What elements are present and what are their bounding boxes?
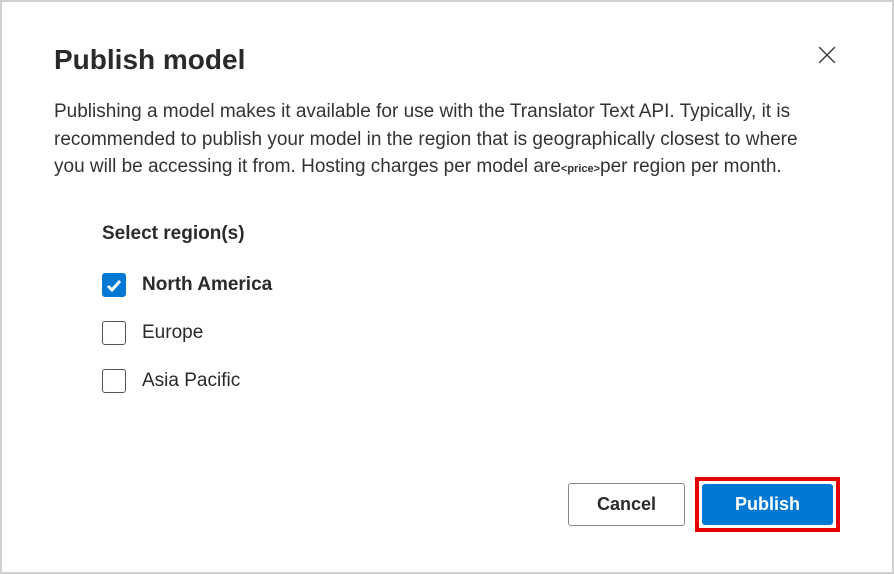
dialog-description: Publishing a model makes it available fo…	[54, 98, 814, 181]
region-label: Asia Pacific	[142, 370, 240, 392]
region-option-europe[interactable]: Europe	[102, 321, 840, 345]
publish-button-highlight: Publish	[695, 477, 840, 532]
publish-button[interactable]: Publish	[702, 484, 833, 525]
checkbox-north-america[interactable]	[102, 273, 126, 297]
regions-heading: Select region(s)	[102, 223, 840, 245]
region-option-asia-pacific[interactable]: Asia Pacific	[102, 369, 840, 393]
close-button[interactable]	[814, 42, 840, 71]
close-icon	[818, 46, 836, 64]
checkmark-icon	[106, 277, 122, 293]
checkbox-europe[interactable]	[102, 321, 126, 345]
regions-section: Select region(s) North America Europe As…	[102, 223, 840, 393]
publish-model-dialog: Publish model Publishing a model makes i…	[2, 2, 892, 572]
cancel-button[interactable]: Cancel	[568, 483, 685, 526]
region-option-north-america[interactable]: North America	[102, 273, 840, 297]
region-label: Europe	[142, 322, 203, 344]
price-placeholder: <price>	[561, 163, 600, 175]
dialog-title: Publish model	[54, 44, 245, 76]
checkbox-asia-pacific[interactable]	[102, 369, 126, 393]
region-label: North America	[142, 274, 272, 296]
dialog-buttons: Cancel Publish	[568, 477, 840, 532]
